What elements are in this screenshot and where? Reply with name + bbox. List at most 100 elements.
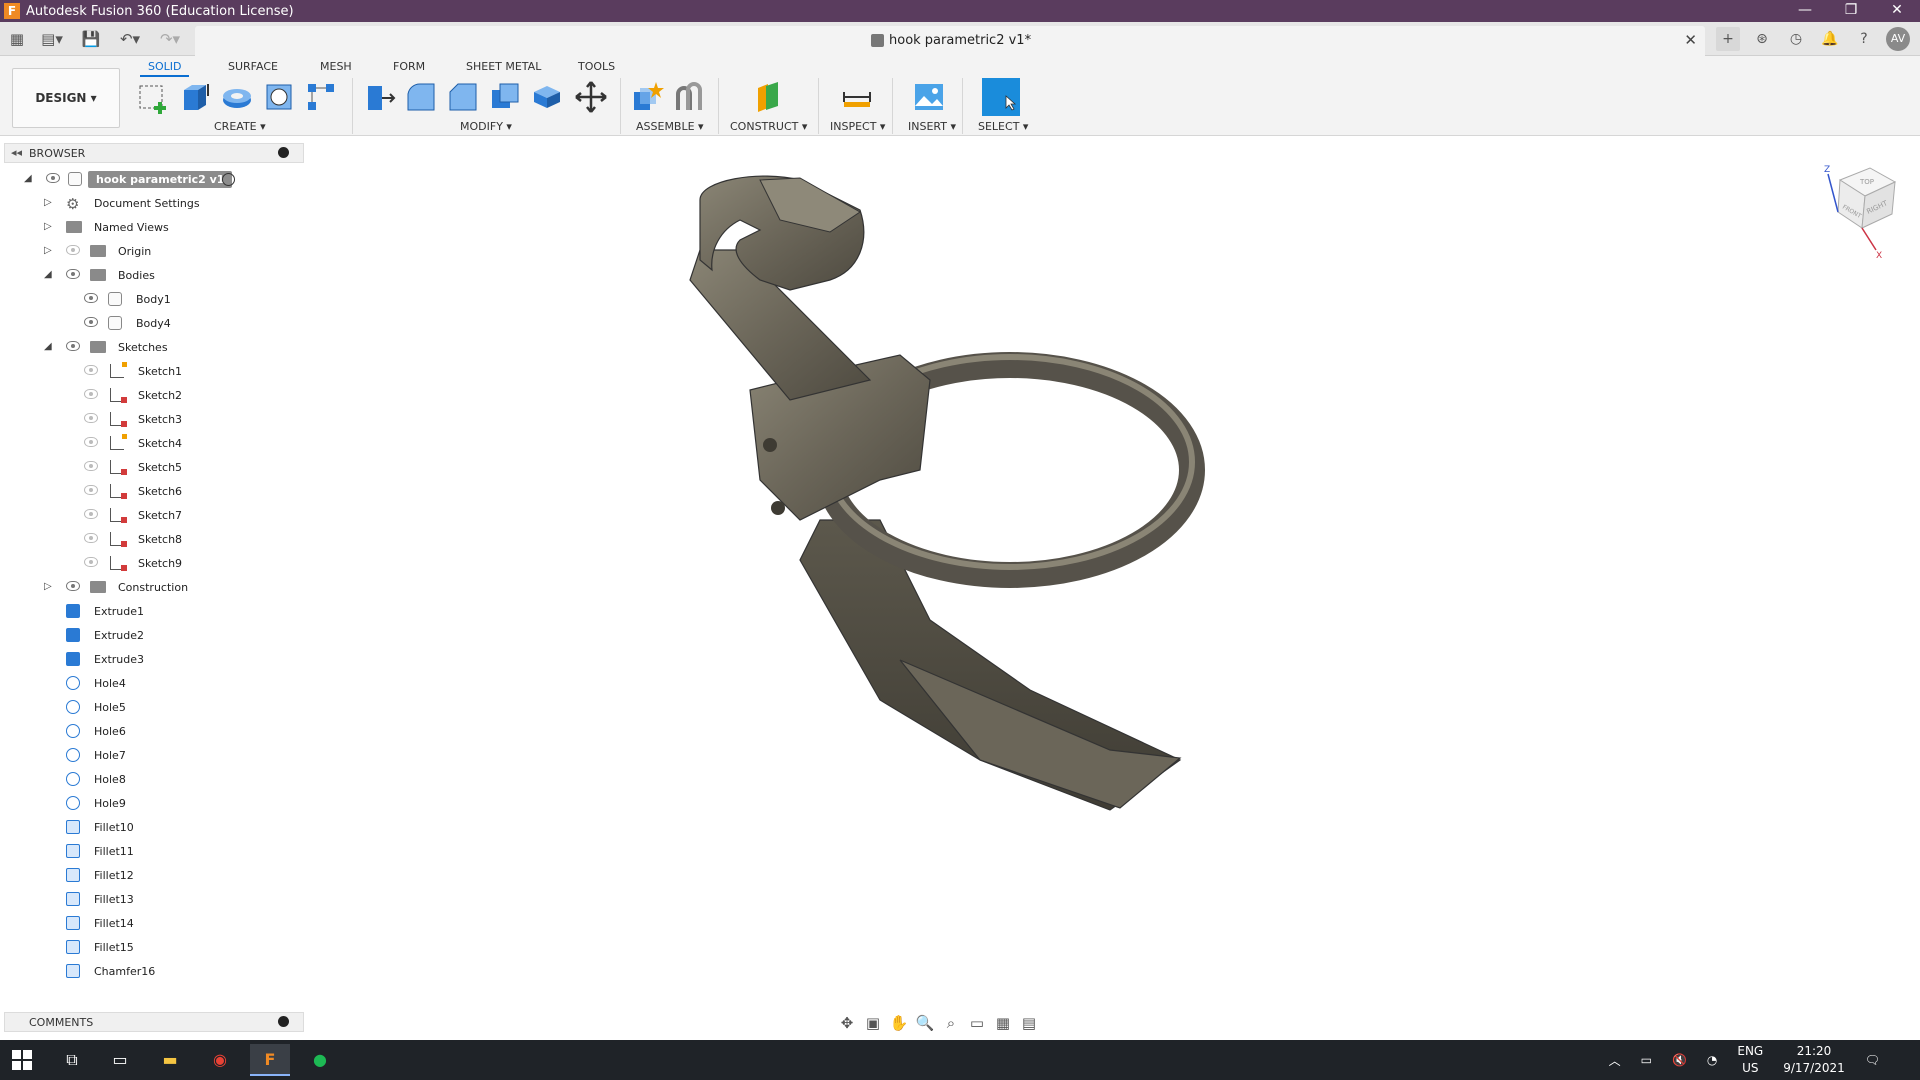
tab-form[interactable]: FORM (385, 58, 433, 75)
visibility-eye-icon[interactable] (84, 389, 98, 399)
view-cube[interactable]: TOP FRONT RIGHT Z X (1800, 160, 1900, 260)
tab-tools[interactable]: TOOLS (570, 58, 623, 75)
windows-start-icon[interactable] (12, 1050, 32, 1070)
tab-sheet-metal[interactable]: SHEET METAL (458, 58, 549, 75)
3d-viewport[interactable] (304, 136, 1920, 1040)
user-avatar[interactable]: AV (1886, 27, 1910, 51)
visibility-eye-icon[interactable] (84, 509, 98, 519)
shell-icon[interactable] (488, 80, 522, 114)
activate-radio-icon[interactable] (222, 173, 235, 186)
maximize-button[interactable]: ❐ (1828, 0, 1874, 22)
tab-surface[interactable]: SURFACE (220, 58, 286, 75)
pan-hand-icon[interactable]: ✋ (888, 1012, 910, 1034)
inspect-menu[interactable]: INSPECT ▾ (830, 120, 885, 133)
insert-canvas-icon[interactable] (912, 80, 946, 114)
pattern-icon[interactable] (304, 80, 338, 114)
save-icon[interactable]: 💾 (80, 28, 102, 50)
display-settings-icon[interactable]: ▭ (966, 1012, 988, 1034)
collapse-triangle-icon[interactable]: ◢ (44, 269, 52, 280)
close-button[interactable]: ✕ (1874, 0, 1920, 22)
insert-menu[interactable]: INSERT ▾ (908, 120, 956, 133)
job-status-clock-icon[interactable]: ◷ (1784, 27, 1808, 51)
visibility-eye-icon[interactable] (84, 413, 98, 423)
visibility-eye-icon[interactable] (84, 533, 98, 543)
revolve-icon[interactable] (220, 80, 254, 114)
extrude-icon[interactable] (178, 80, 212, 114)
collapse-triangle-icon[interactable]: ◢ (24, 173, 32, 184)
undo-icon[interactable]: ↶▾ (116, 28, 144, 50)
hook-model[interactable] (689, 175, 1205, 811)
add-comment-icon[interactable] (278, 1016, 289, 1027)
move-copy-icon[interactable] (574, 80, 608, 114)
modify-menu[interactable]: MODIFY ▾ (460, 120, 512, 133)
extensions-icon[interactable]: ⊛ (1750, 27, 1774, 51)
expand-triangle-icon[interactable]: ▷ (44, 221, 52, 232)
browser-options-icon[interactable] (278, 147, 289, 158)
viewcube-top-label[interactable]: TOP (1859, 178, 1874, 186)
wifi-icon[interactable]: ◔ (1707, 1053, 1717, 1067)
press-pull-icon[interactable] (362, 80, 396, 114)
terminal-app-icon[interactable]: ▭ (100, 1044, 140, 1076)
expand-triangle-icon[interactable]: ▷ (44, 197, 52, 208)
battery-icon[interactable]: ▭ (1641, 1053, 1652, 1067)
expand-triangle-icon[interactable]: ▷ (44, 581, 52, 592)
visibility-eye-icon[interactable] (84, 437, 98, 447)
visibility-eye-icon[interactable] (66, 581, 80, 591)
measure-icon[interactable] (840, 80, 874, 114)
look-at-icon[interactable]: ▣ (862, 1012, 884, 1034)
collapse-triangle-icon[interactable]: ◢ (44, 341, 52, 352)
visibility-eye-icon[interactable] (46, 173, 60, 183)
create-sketch-icon[interactable] (136, 80, 170, 114)
spotify-icon[interactable]: ● (300, 1044, 340, 1076)
select-icon[interactable] (982, 78, 1020, 116)
combine-icon[interactable] (530, 80, 564, 114)
fillet-icon[interactable] (404, 80, 438, 114)
offset-plane-icon[interactable] (750, 80, 784, 114)
visibility-eye-icon[interactable] (66, 269, 80, 279)
select-menu[interactable]: SELECT ▾ (978, 120, 1028, 133)
fusion-taskbar-icon[interactable]: F (250, 1044, 290, 1076)
zoom-icon[interactable]: 🔍 (914, 1012, 936, 1034)
chrome-icon[interactable]: ◉ (200, 1044, 240, 1076)
fit-zoom-icon[interactable]: ⌕ (940, 1012, 962, 1034)
collapse-browser-icon[interactable]: ◂◂ (11, 146, 22, 159)
visibility-eye-icon[interactable] (84, 461, 98, 471)
help-icon[interactable]: ? (1852, 27, 1876, 51)
viewports-icon[interactable]: ▤ (1018, 1012, 1040, 1034)
data-panel-grid-icon[interactable]: ▦ (6, 28, 28, 50)
visibility-eye-icon[interactable] (84, 293, 98, 303)
assemble-menu[interactable]: ASSEMBLE ▾ (636, 120, 704, 133)
orbit-icon[interactable]: ✥ (836, 1012, 858, 1034)
tab-solid[interactable]: SOLID (140, 58, 190, 77)
new-component-icon[interactable] (630, 80, 664, 114)
document-close-icon[interactable]: ✕ (1684, 31, 1697, 49)
create-menu[interactable]: CREATE ▾ (214, 120, 266, 133)
new-tab-plus-icon[interactable]: + (1716, 27, 1740, 51)
redo-icon[interactable]: ↷▾ (156, 28, 184, 50)
taskbar-clock[interactable]: 21:20 9/17/2021 (1783, 1043, 1845, 1077)
visibility-eye-icon[interactable] (66, 341, 80, 351)
grid-settings-icon[interactable]: ▦ (992, 1012, 1014, 1034)
file-menu-icon[interactable]: ▤▾ (38, 28, 66, 50)
document-tab[interactable]: hook parametric2 v1* ✕ (195, 26, 1705, 56)
visibility-eye-icon[interactable] (84, 365, 98, 375)
construct-menu[interactable]: CONSTRUCT ▾ (730, 120, 807, 133)
hole-icon[interactable] (262, 80, 296, 114)
show-hidden-icons-chevron-icon[interactable]: ︿ (1609, 1052, 1621, 1069)
minimize-button[interactable]: — (1782, 0, 1828, 22)
volume-muted-icon[interactable]: 🔇 (1672, 1053, 1687, 1067)
language-indicator[interactable]: ENG US (1737, 1043, 1763, 1077)
notifications-bell-icon[interactable]: 🔔 (1818, 27, 1842, 51)
expand-triangle-icon[interactable]: ▷ (44, 245, 52, 256)
tab-mesh[interactable]: MESH (312, 58, 360, 75)
file-explorer-icon[interactable]: ▬ (150, 1044, 190, 1076)
visibility-eye-icon[interactable] (84, 317, 98, 327)
visibility-eye-icon[interactable] (66, 245, 80, 255)
workspace-switcher-button[interactable]: DESIGN ▾ (12, 68, 120, 128)
task-view-icon[interactable]: ⧉ (52, 1044, 92, 1076)
visibility-eye-icon[interactable] (84, 485, 98, 495)
joint-icon[interactable] (672, 80, 706, 114)
comments-panel[interactable]: COMMENTS (4, 1012, 304, 1032)
chamfer-icon[interactable] (446, 80, 480, 114)
notification-center-icon[interactable]: 🗨 (1865, 1053, 1880, 1067)
